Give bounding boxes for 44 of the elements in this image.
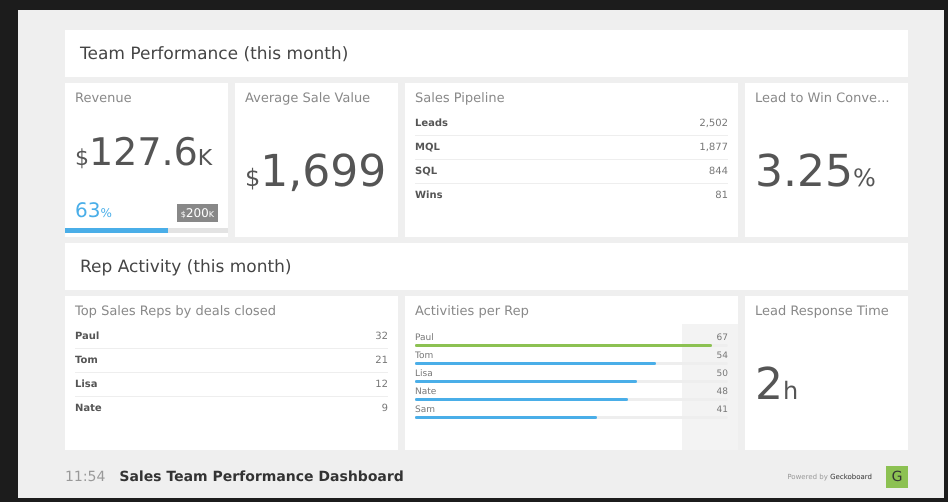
bar-value: 67 [716, 333, 728, 343]
row-label: Wins [415, 190, 443, 201]
widget-title: Revenue [75, 91, 133, 106]
row-value: 21 [375, 355, 388, 366]
widget-title: Lead to Win Conve... [755, 91, 890, 106]
metric-value: $1,699 [245, 150, 386, 194]
bar-value: 54 [716, 351, 728, 361]
row-value: 9 [382, 403, 388, 414]
bar-value: 41 [716, 405, 728, 415]
bar-label: Paul [415, 333, 434, 343]
section-header: Team Performance (this month) [65, 30, 908, 77]
row-value: 81 [715, 190, 728, 201]
widget-title: Activities per Rep [415, 304, 530, 319]
row-label: Nate [75, 403, 102, 414]
row-label: Lisa [75, 379, 98, 390]
metric-value: 2 h [755, 362, 798, 406]
row-label: Tom [75, 355, 98, 366]
bar-label: Nate [415, 387, 436, 397]
dashboard-title: Sales Team Performance Dashboard [119, 469, 405, 485]
row-label: MQL [415, 142, 440, 153]
row-label: SQL [415, 166, 438, 177]
row-value: 2,502 [699, 118, 728, 129]
row-label: Paul [75, 331, 100, 342]
bar-label: Tom [415, 351, 434, 361]
goal-value: $200K [176, 204, 218, 222]
widget-title: Lead Response Time [755, 304, 890, 319]
metric-value: 3.25% [755, 150, 876, 194]
widget-title: Sales Pipeline [415, 91, 506, 106]
row-value: 1,877 [699, 142, 728, 153]
section-header: Rep Activity (this month) [65, 243, 908, 290]
bar-value: 48 [716, 387, 728, 397]
bar-label: Lisa [415, 369, 433, 379]
row-value: 12 [375, 379, 388, 390]
widget-title: Average Sale Value [245, 91, 372, 106]
widget-title: Top Sales Reps by deals closed [75, 304, 277, 319]
clock-time: 11:54 [65, 469, 106, 485]
bar-label: Sam [415, 405, 435, 415]
metric-value: $127.6K [75, 133, 212, 171]
percent-value: 63% [75, 198, 112, 222]
bar-value: 50 [716, 369, 728, 379]
logo: G [886, 466, 908, 488]
row-value: 844 [708, 166, 728, 177]
row-value: 32 [375, 331, 388, 342]
row-label: Leads [415, 118, 448, 129]
